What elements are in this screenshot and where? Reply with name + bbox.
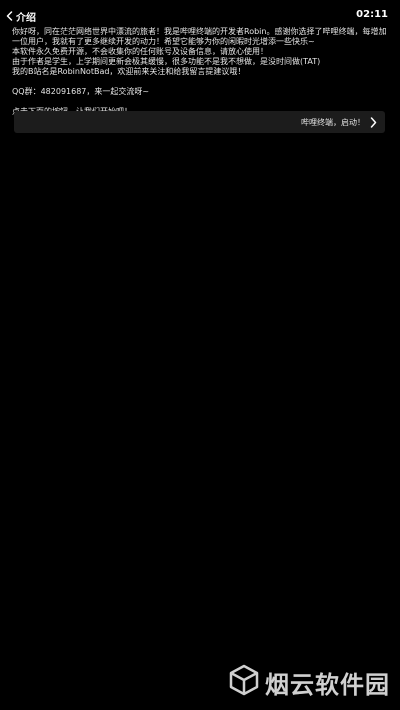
clock: 02:11 <box>356 9 388 20</box>
top-bar: 介绍 02:11 <box>0 0 400 30</box>
chevron-left-icon <box>6 11 13 21</box>
intro-line: 我的B站名是RobinNotBad，欢迎前来关注和给我留言提建议哦！ <box>12 67 246 76</box>
start-button-label: 哔哩终端，启动！ <box>301 117 365 127</box>
qq-group-text: QQ群：482091687，来一起交流呀~ <box>12 87 150 96</box>
chevron-right-icon <box>370 113 377 132</box>
intro-content: 你好呀，同在茫茫网络世界中漂流的旅者！我是哔哩终端的开发者Robin。感谢你选择… <box>12 27 390 117</box>
intro-line: 你好呀，同在茫茫网络世界中漂流的旅者！我是哔哩终端的开发者Robin。感谢你选择… <box>12 27 387 46</box>
watermark: 烟云软件园 <box>227 663 390 701</box>
page-title: 介绍 <box>16 12 36 24</box>
intro-line: 由于作者是学生，上学期间更新会极其缓慢，很多功能不是我不想做，是没时间做(TAT… <box>12 57 321 66</box>
start-button[interactable]: 哔哩终端，启动！ <box>14 111 385 133</box>
watermark-text: 烟云软件园 <box>265 670 390 699</box>
intro-line: 本软件永久免费开源，不会收集你的任何账号及设备信息，请放心使用！ <box>12 47 268 56</box>
back-button[interactable]: 介绍 <box>6 6 36 26</box>
cube-logo-icon <box>227 663 261 701</box>
